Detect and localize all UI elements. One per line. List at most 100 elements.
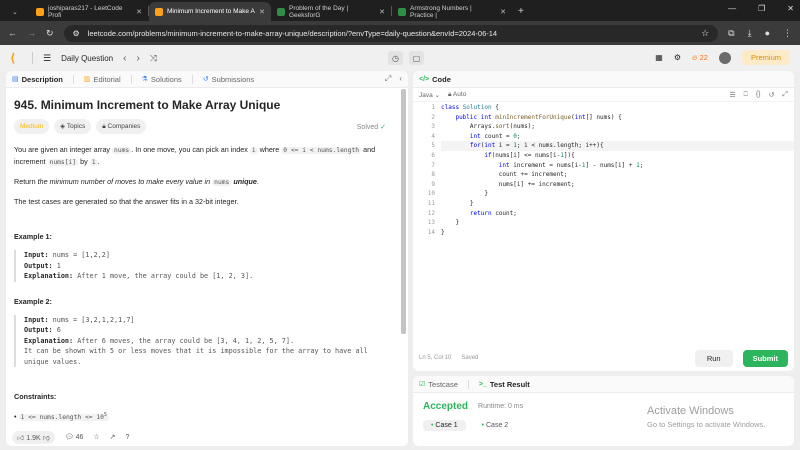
code-line[interactable]: nums[i] += increment; [441,180,575,190]
profile-icon[interactable]: ● [765,28,770,39]
code-line[interactable]: } [441,199,474,209]
avatar[interactable] [718,51,731,64]
problem-title: 945. Minimum Increment to Make Array Uni… [14,98,281,112]
companies-chip[interactable]: 🔒︎ Companies [96,119,147,134]
case-2-tab[interactable]: • Case 2 [474,420,517,431]
line-number: 5 [431,142,435,150]
description-scrollbar[interactable] [401,89,406,334]
address-bar-row: ← → ↻ ⚙ leetcode.com/problems/minimum-in… [0,21,800,45]
downloads-icon[interactable]: ⤓ [748,28,752,39]
code-line[interactable]: for(int i = 1; i < nums.length; i++){ [441,141,794,151]
close-tab-icon[interactable]: ✕ [136,8,142,16]
browser-tab[interactable]: joshiparas217 - LeetCode Profi ✕ [30,2,148,21]
topics-chip[interactable]: ◈ Topics [54,119,92,134]
close-tab-icon[interactable]: ✕ [500,8,506,16]
code-line[interactable]: Arrays.sort(nums); [441,122,535,132]
streak-counter[interactable]: 🔥︎ 22 [692,53,708,63]
menu-icon[interactable]: ⋮ [783,28,792,39]
premium-button[interactable]: Premium [741,50,790,65]
close-tab-icon[interactable]: ✕ [379,8,385,16]
reset-icon[interactable]: ↺ [769,91,775,99]
code-line[interactable]: } [441,218,459,228]
close-tab-icon[interactable]: ✕ [259,8,265,16]
fullscreen-icon[interactable]: ⤢ [782,91,788,99]
description-icon: ▤ [12,76,19,83]
code-line[interactable]: int increment = nums[i-1] - nums[i] + 1; [441,161,644,171]
tab-search-button[interactable]: ⌄ [0,2,30,21]
url-field[interactable]: ⚙ leetcode.com/problems/minimum-incremen… [63,24,719,42]
new-tab-button[interactable]: + [512,2,532,21]
line-number: 6 [431,152,435,159]
code-line[interactable]: int count = 0; [441,132,521,142]
submit-button[interactable]: Submit [742,349,788,367]
language-select[interactable]: Java ⌄ [419,91,440,99]
code-line[interactable]: if(nums[i] <= nums[i-1]){ [441,151,574,161]
bookmark-icon[interactable]: ⎕ [744,91,748,99]
browser-tab-active[interactable]: Minimum Increment to Make A ✕ [149,2,271,21]
maximize-button[interactable]: ❐ [758,4,765,13]
comments-button[interactable]: 💬︎ 46 [65,433,84,441]
cursor-position: Ln 5, Col 10 [419,355,452,361]
daily-question-link[interactable]: Daily Question [61,54,113,63]
prev-question-icon[interactable]: ‹ [123,53,126,64]
code-line[interactable]: return count; [441,209,517,219]
back-icon[interactable]: ← [8,28,17,38]
extensions-icon[interactable]: ⧉ [728,28,734,39]
like-button[interactable]: 👍︎ 1.9K 👎︎ [12,430,55,444]
code-line[interactable]: count += increment; [441,170,568,180]
leetcode-logo-icon[interactable]: ⟨ [10,51,22,65]
auto-toggle[interactable]: 🔒︎ Auto [448,91,466,99]
share-icon[interactable]: ↗ [110,433,116,441]
tab-code[interactable]: </> Code [419,75,451,84]
activate-windows-watermark: Activate Windows Go to Settings to activ… [647,405,766,429]
minimize-button[interactable]: — [728,4,736,13]
format-icon[interactable]: ☰ [729,91,735,99]
example-heading: Example 2: [14,296,52,306]
layout-icon[interactable]: ▦ [655,53,663,62]
editor-toolbar: Java ⌄ 🔒︎ Auto ☰ ⎕ {} ↺ ⤢ [413,88,794,102]
forward-icon[interactable]: → [27,28,36,38]
next-question-icon[interactable]: › [136,53,139,64]
browser-tab[interactable]: Problem of the Day | GeeksforG ✕ [271,2,391,21]
problem-list-icon[interactable]: ☰ [43,53,51,64]
save-status: Saved [461,355,479,361]
tab-solutions[interactable]: ⚗ Solutions [142,75,182,84]
difficulty-badge[interactable]: Medium [14,119,50,134]
tag-icon: ◈ [60,123,66,130]
braces-icon[interactable]: {} [756,91,761,99]
tab-submissions[interactable]: ↺ Submissions [203,75,254,84]
browser-tab[interactable]: Armstrong Numbers | Practice | ✕ [392,2,512,21]
tab-editorial[interactable]: ▥ Editorial [84,75,121,84]
leetcode-navbar: ⟨ ☰ Daily Question ‹ › ⤨ ◷ ▢ ▦ ⚙ 🔥︎ 22 P… [0,45,800,71]
close-window-button[interactable]: ✕ [787,4,794,13]
code-line[interactable]: } [441,189,488,199]
expand-icon[interactable]: ⤢ [385,74,391,84]
settings-icon[interactable]: ⚙ [674,53,681,62]
example-block: Input: nums = [3,2,1,2,1,7] Output: 6 Ex… [14,314,394,367]
code-editor[interactable]: 1 class Solution {2 public int minIncreme… [413,103,794,343]
code-line[interactable]: } [441,228,445,238]
line-number: 11 [427,200,435,207]
tab-testcase[interactable]: ☑ Testcase [419,380,458,389]
reload-icon[interactable]: ↻ [46,28,54,39]
timer-button[interactable]: ◷ [388,51,403,65]
result-status: Accepted [423,401,469,412]
shuffle-icon[interactable]: ⤨ [150,53,157,64]
line-number: 2 [431,113,435,121]
description-footer: 👍︎ 1.9K 👎︎ 💬︎ 46 ☆ ↗ ? [6,428,408,446]
notes-button[interactable]: ▢ [409,51,424,65]
tab-test-result[interactable]: >_ Test Result [479,380,530,389]
tab-description[interactable]: ▤ Description [12,75,63,84]
code-line[interactable]: class Solution { [441,103,499,113]
constraint-item: • 1 <= nums.length <= 105 [14,412,109,422]
site-info-icon[interactable]: ⚙ [73,29,80,38]
code-line[interactable]: public int minIncrementForUnique(int[] n… [441,113,621,123]
run-button[interactable]: Run [694,349,733,367]
flask-icon: ⚗ [141,76,148,83]
collapse-icon[interactable]: ‹ [399,74,402,84]
case-1-tab[interactable]: • Case 1 [423,420,466,431]
help-icon[interactable]: ? [126,434,130,441]
bookmark-star-icon[interactable]: ☆ [701,28,709,39]
problem-description: 945. Minimum Increment to Make Array Uni… [6,88,402,428]
favorite-icon[interactable]: ☆ [93,433,99,441]
